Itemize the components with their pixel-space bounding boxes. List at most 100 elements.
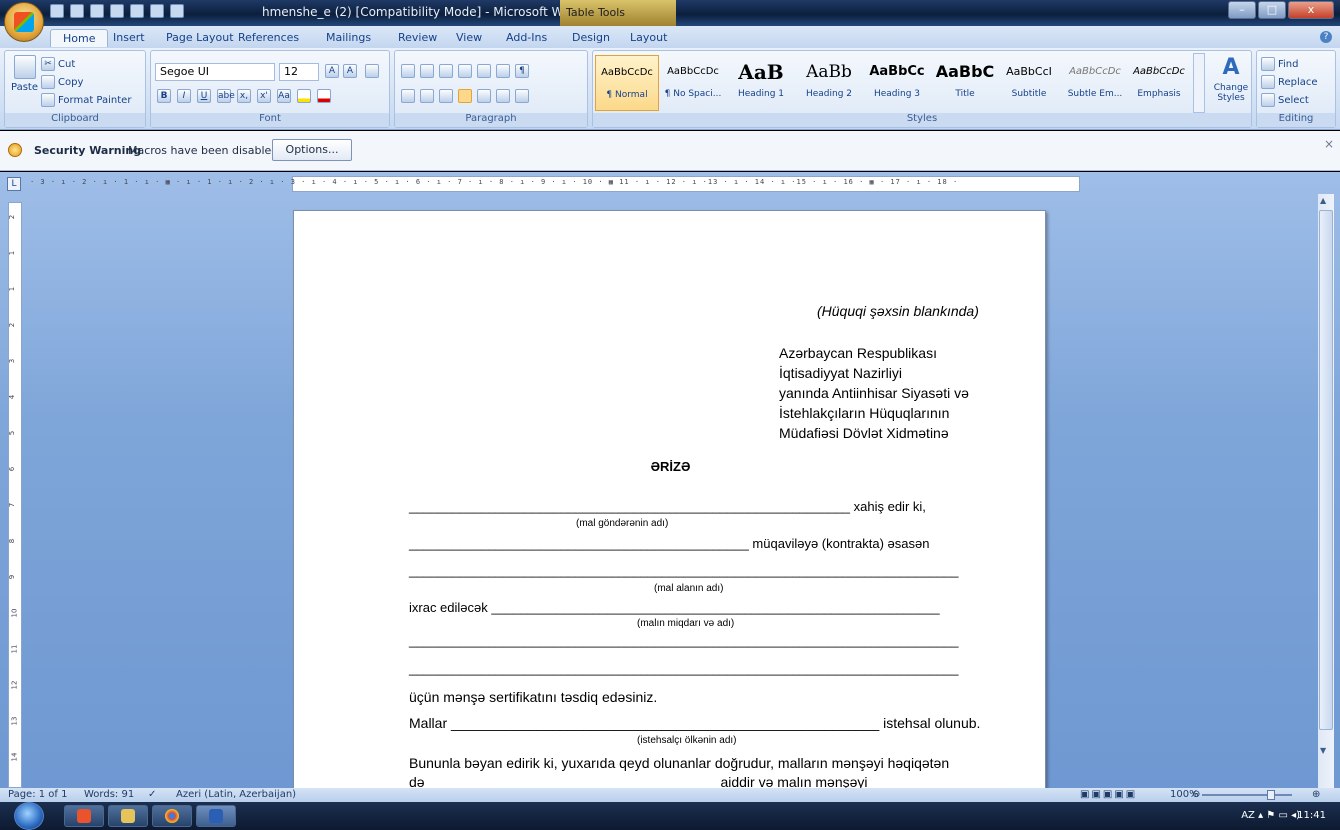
language-indicator[interactable]: Azeri (Latin, Azerbaijan) [176,789,296,800]
style-subtle-emphasis[interactable]: AaBbCcDc Subtle Em... [1063,55,1127,111]
grow-font-button[interactable]: A [325,64,339,78]
style-name: Subtle Em... [1067,89,1123,99]
style-normal[interactable]: AaBbCcDc ¶ Normal [595,55,659,111]
save-icon[interactable] [50,4,64,18]
change-styles-button[interactable]: A Change Styles [1211,55,1251,103]
styles-scroll[interactable] [1193,53,1205,113]
multilevel-list-icon[interactable] [439,64,453,78]
paste-button[interactable]: Paste [11,55,38,93]
close-warning-icon[interactable]: × [1324,137,1334,151]
office-logo-icon [14,12,34,32]
superscript-button[interactable]: x' [257,89,271,103]
spelling-icon[interactable] [170,4,184,18]
align-left-icon[interactable] [401,89,415,103]
borders-icon[interactable] [515,89,529,103]
font-color-button[interactable] [317,89,331,103]
find-label: Find [1278,58,1299,70]
tab-mailings[interactable]: Mailings [326,31,371,44]
italic-button[interactable]: I [177,89,191,103]
bold-button[interactable]: B [157,89,171,103]
highlight-button[interactable] [297,89,311,103]
draw-table-icon[interactable] [150,4,164,18]
font-name-field[interactable]: Segoe UI [155,63,275,81]
zoom-slider[interactable] [1202,794,1292,796]
underline-button[interactable]: U [197,89,211,103]
security-options-button[interactable]: Options... [272,139,352,161]
view-buttons[interactable]: ▣▣▣▣▣ [1080,789,1137,800]
subscript-button[interactable]: x, [237,89,251,103]
tab-insert[interactable]: Insert [113,31,145,44]
start-button[interactable] [14,802,44,830]
clear-format-button[interactable] [365,64,379,78]
proofing-icon[interactable]: ✓ [148,789,156,800]
find-button[interactable]: Find [1261,57,1299,71]
line-spacing-icon[interactable] [477,89,491,103]
align-center-icon[interactable] [420,89,434,103]
undo-icon[interactable] [70,4,84,18]
bullets-icon[interactable] [401,64,415,78]
increase-indent-icon[interactable] [477,64,491,78]
pilcrow-icon[interactable]: ¶ [515,64,529,78]
zoom-slider-thumb[interactable] [1267,790,1275,800]
clock[interactable]: 11:41 [1297,810,1326,821]
vertical-ruler[interactable]: 2 1 1 2 3 4 5 6 7 8 9 10 11 12 13 14 [8,202,22,788]
taskbar-word[interactable] [196,805,236,827]
copy-button[interactable]: Copy [41,75,83,89]
tab-layout[interactable]: Layout [630,31,667,44]
numbering-icon[interactable] [420,64,434,78]
redo-icon[interactable] [90,4,104,18]
zoom-out-icon[interactable]: ⊖ [1192,789,1200,800]
select-button[interactable]: Select [1261,93,1309,107]
word-count[interactable]: Words: 91 [84,789,134,800]
zoom-in-icon[interactable]: ⊕ [1312,789,1320,800]
vertical-scrollbar[interactable]: ▲ ▼ [1318,194,1334,788]
language-bar[interactable]: AZ [1241,810,1255,821]
style-emphasis[interactable]: AaBbCcDc Emphasis [1127,55,1191,111]
shading-icon[interactable] [496,89,510,103]
tab-page-layout[interactable]: Page Layout [166,31,234,44]
style-subtitle[interactable]: AaBbCcI Subtitle [997,55,1061,111]
recipient-line: yanında Antiinhisar Siyasəti və [779,385,969,401]
scroll-up-icon[interactable]: ▲ [1320,196,1326,205]
taskbar-chrome[interactable] [152,805,192,827]
strikethrough-button[interactable]: abe [217,89,235,103]
taskbar-app-1[interactable] [64,805,104,827]
style-title[interactable]: AaBbC Title [933,55,997,111]
replace-button[interactable]: Replace [1261,75,1318,89]
tab-selector[interactable]: L [7,177,21,191]
minimize-button[interactable]: – [1228,1,1256,19]
style-heading-1[interactable]: AaB Heading 1 [729,55,793,111]
shrink-font-button[interactable]: A [343,64,357,78]
justify-icon[interactable] [458,89,472,103]
scroll-thumb[interactable] [1319,210,1333,730]
table-icon[interactable] [130,4,144,18]
style-no-spacing[interactable]: AaBbCcDc ¶ No Spaci... [661,55,725,111]
scroll-down-icon[interactable]: ▼ [1320,746,1326,755]
horizontal-ruler[interactable]: · 3 · ı · 2 · ı · 1 · ı · ▦ · ı · 1 · ı … [30,176,1302,192]
office-button[interactable] [4,2,44,42]
tab-design[interactable]: Design [572,31,610,44]
maximize-button[interactable]: □ [1258,1,1286,19]
format-painter-button[interactable]: Format Painter [41,93,131,107]
page-count[interactable]: Page: 1 of 1 [8,789,67,800]
tab-add-ins[interactable]: Add-Ins [506,31,547,44]
tab-references[interactable]: References [238,31,299,44]
style-heading-3[interactable]: AaBbCc Heading 3 [865,55,929,111]
tab-view[interactable]: View [456,31,482,44]
help-icon[interactable]: ? [1320,31,1332,43]
new-doc-icon[interactable] [110,4,124,18]
style-heading-2[interactable]: AaBb Heading 2 [797,55,861,111]
close-button[interactable]: x [1288,1,1334,19]
cut-button[interactable]: ✂ Cut [41,57,75,71]
font-format-row: B I U abe x, x' Aa [157,89,331,103]
change-case-button[interactable]: Aa [277,89,291,103]
document-page[interactable]: (Hüquqi şəxsin blankında) Azərbaycan Res… [293,210,1046,790]
tab-review[interactable]: Review [398,31,437,44]
decrease-indent-icon[interactable] [458,64,472,78]
form-line-8: Mallar _________________________________… [409,715,981,731]
font-size-field[interactable]: 12 [279,63,319,81]
sort-icon[interactable] [496,64,510,78]
align-right-icon[interactable] [439,89,453,103]
tab-home[interactable]: Home [50,29,109,47]
taskbar-explorer[interactable] [108,805,148,827]
